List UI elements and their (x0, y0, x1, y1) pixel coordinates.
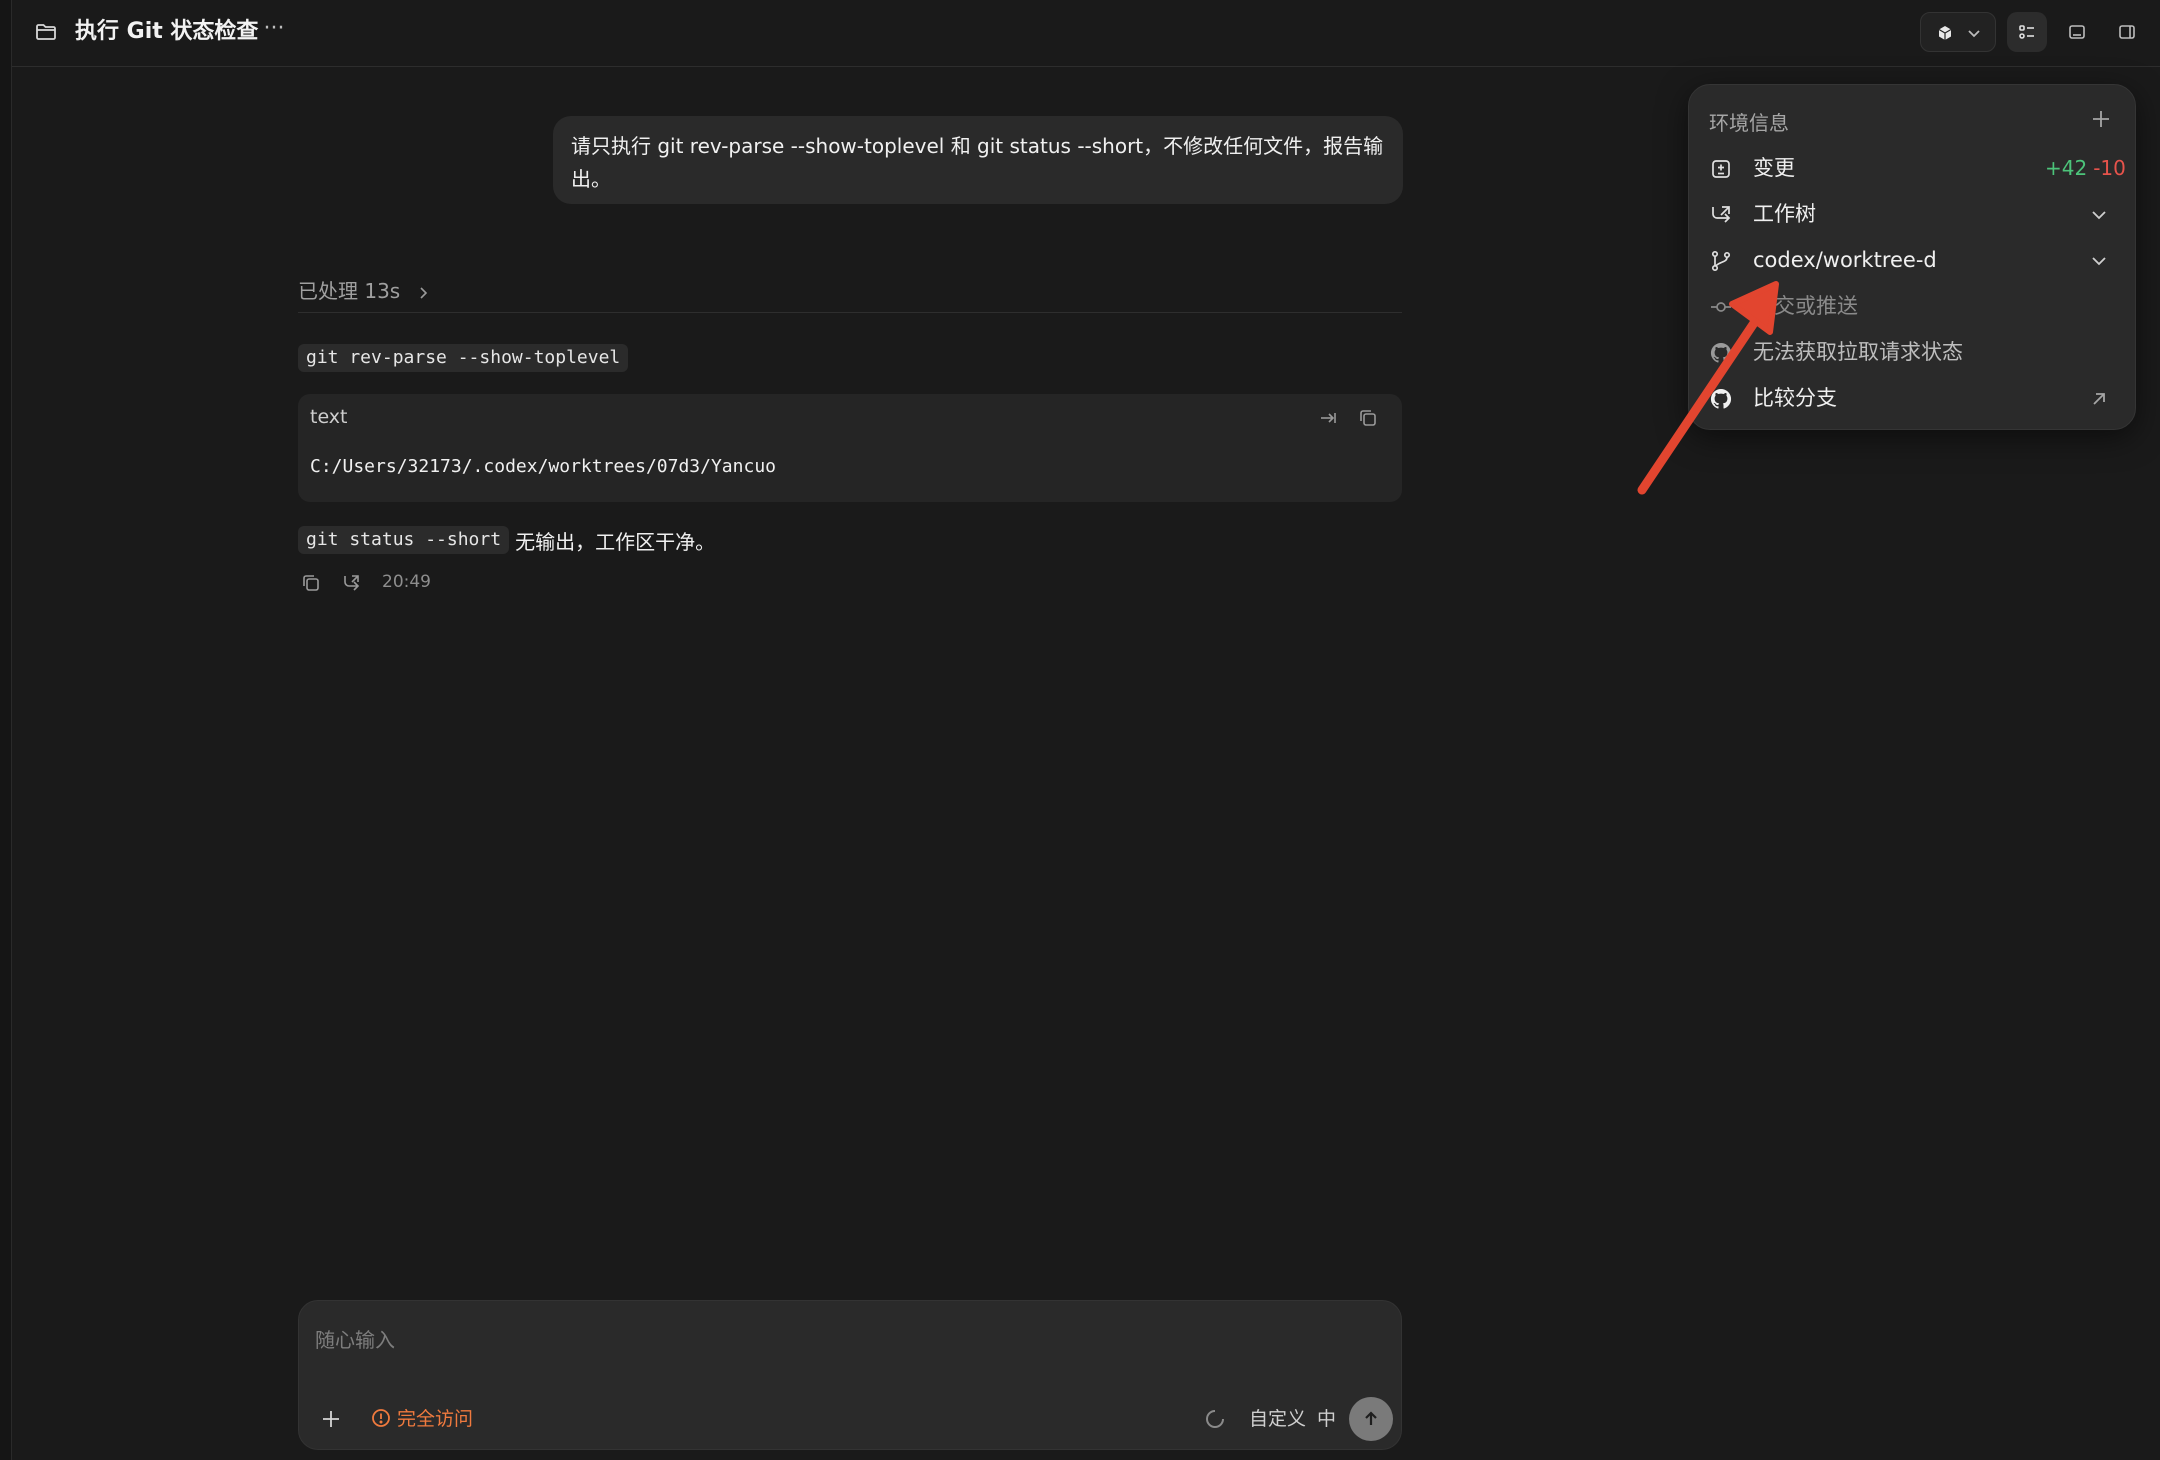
code-block: text C:/Users/32173/.codex/worktrees/07d… (298, 394, 1402, 502)
environment-info-popover: 环境信息 变更 +42 -10 工作树 codex/worktree-d 提交或… (1688, 84, 2136, 430)
bottom-panel-icon (2069, 25, 2085, 39)
worktree-icon (1712, 206, 1731, 223)
result-text: 无输出，工作区干净。 (515, 530, 716, 554)
app-window: 执行 Git 状态检查 ··· 请只执行 git rev-parse --sho… (0, 0, 2160, 1460)
more-options-button[interactable]: ··· (256, 14, 292, 50)
changes-label: 变更 (1753, 156, 1795, 180)
branch-row[interactable]: codex/worktree-d (1689, 237, 2137, 283)
wrap-icon[interactable] (1318, 408, 1338, 428)
worktree-label: 工作树 (1753, 202, 1816, 226)
additions-count: +42 (2045, 156, 2088, 180)
github-icon (1710, 388, 1732, 409)
code-output: C:/Users/32173/.codex/worktrees/07d3/Yan… (310, 456, 776, 477)
chevron-down-icon (2092, 257, 2106, 266)
inline-code: git status --short (298, 526, 510, 554)
folder-icon[interactable] (34, 20, 58, 44)
composer: 完全访问 自定义 中 (298, 1300, 1402, 1450)
diff-stats: +42 -10 (2045, 153, 2126, 183)
environment-switcher[interactable] (1920, 12, 1996, 52)
processed-summary[interactable]: 已处理 13s (298, 276, 429, 306)
github-icon (1710, 342, 1732, 363)
command-chip: git rev-parse --show-toplevel (298, 344, 629, 372)
external-link-icon (2093, 393, 2105, 405)
fork-icon[interactable] (340, 572, 362, 594)
chevron-right-icon (420, 286, 427, 299)
compare-branch-label: 比较分支 (1753, 386, 1837, 410)
commit-push-row[interactable]: 提交或推送 (1689, 283, 2137, 329)
pr-status-row: 无法获取拉取请求状态 (1689, 329, 2137, 375)
cube-icon (1938, 26, 1952, 40)
page-title: 执行 Git 状态检查 (75, 19, 259, 44)
language-selector[interactable]: 中 (1317, 1405, 1336, 1433)
environment-panel-button[interactable] (2007, 12, 2047, 52)
message-input[interactable] (315, 1323, 1375, 1357)
mode-selector[interactable]: 自定义 (1249, 1405, 1306, 1433)
full-access-label: 完全访问 (397, 1408, 474, 1430)
plus-icon[interactable] (2089, 107, 2113, 131)
copy-icon[interactable] (1358, 408, 1378, 428)
user-message-bubble: 请只执行 git rev-parse --show-toplevel 和 git… (553, 116, 1403, 204)
processed-label: 已处理 13s (298, 279, 401, 303)
git-branch-icon (1711, 250, 1731, 272)
status-result-line: git status --short 无输出，工作区干净。 (298, 526, 715, 558)
chevron-down-icon (1968, 30, 1980, 38)
worktree-row[interactable]: 工作树 (1689, 191, 2137, 237)
warning-icon (372, 1409, 390, 1427)
pr-status-label: 无法获取拉取请求状态 (1753, 340, 1963, 364)
send-button[interactable] (1349, 1397, 1393, 1441)
full-access-button[interactable]: 完全访问 (371, 1405, 473, 1433)
side-panel-icon (2119, 25, 2135, 39)
terminal-panel-button[interactable] (2057, 12, 2097, 52)
environment-info-title: 环境信息 (1709, 111, 1789, 135)
divider (298, 312, 1402, 313)
side-panel-button[interactable] (2107, 12, 2147, 52)
code-language-label: text (310, 406, 348, 428)
copy-icon[interactable] (300, 572, 322, 594)
diff-icon (1712, 160, 1730, 178)
list-icon (2019, 25, 2034, 39)
compare-branch-row[interactable]: 比较分支 (1689, 375, 2137, 421)
loading-spinner-icon (1206, 1410, 1224, 1428)
commit-push-label: 提交或推送 (1753, 294, 1858, 318)
left-edge-strip (0, 0, 12, 1460)
changes-row[interactable]: 变更 +42 -10 (1689, 145, 2137, 191)
chevron-down-icon (2092, 211, 2106, 220)
arrow-up-icon (1365, 1411, 1377, 1425)
branch-label: codex/worktree-d (1753, 248, 1937, 272)
add-attachment-button[interactable] (317, 1405, 345, 1433)
git-commit-icon (1711, 302, 1731, 312)
message-time: 20:49 (382, 572, 431, 592)
top-bar: 执行 Git 状态检查 ··· (12, 0, 2160, 67)
inline-code: git rev-parse --show-toplevel (298, 344, 629, 372)
deletions-count: -10 (2093, 156, 2126, 180)
